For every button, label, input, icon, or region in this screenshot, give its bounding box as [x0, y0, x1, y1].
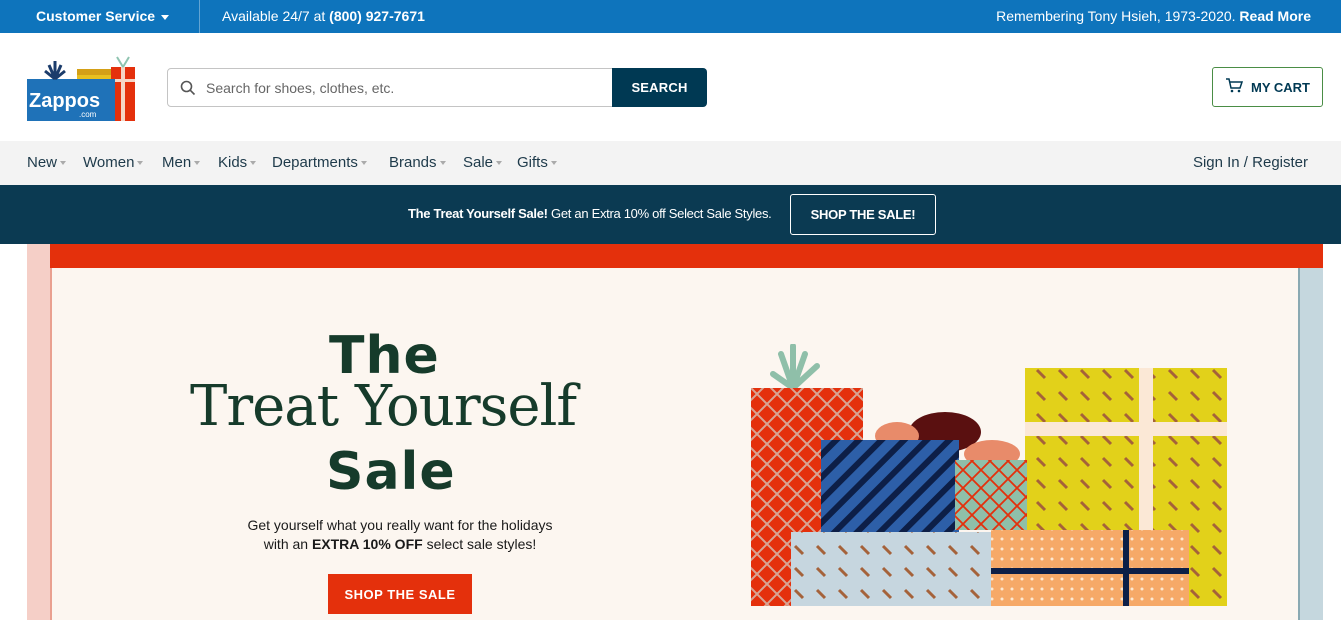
banner-heading-line3: Sale — [326, 442, 456, 502]
search-icon — [180, 80, 196, 101]
nav-item-departments[interactable]: Departments — [272, 154, 367, 171]
banner-shop-the-sale-button[interactable]: SHOP THE SALE — [328, 574, 472, 614]
nav-item-kids[interactable]: Kids — [218, 154, 257, 171]
site-header: Zappos .com SEARCH MY CART — [0, 33, 1341, 141]
chevron-down-icon — [137, 161, 144, 166]
nav-item-sale[interactable]: Sale — [463, 154, 503, 171]
promo-message: Get an Extra 10% off Select Sale Styles. — [547, 206, 772, 221]
gifts-illustration — [747, 343, 1267, 611]
sign-in-register-link[interactable]: Sign In / Register — [1193, 154, 1308, 171]
cart-label: MY CART — [1251, 79, 1310, 95]
zappos-logo[interactable]: Zappos .com — [27, 55, 137, 121]
search-box — [167, 68, 613, 107]
availability-text: Available 24/7 at (800) 927-7671 — [222, 8, 425, 24]
nav-item-label: Sale — [463, 154, 494, 171]
subtext-bold: EXTRA 10% OFF — [311, 536, 423, 552]
main-nav: New Women Men Kids Departments Brands Sa… — [0, 141, 1341, 185]
chevron-down-icon — [439, 161, 446, 166]
promo-text: The Treat Yourself Sale! Get an Extra 10… — [408, 206, 772, 221]
remembrance-text: Remembering Tony Hsieh, 1973-2020. Read … — [996, 8, 1311, 24]
phone-number[interactable]: (800) 927-7671 — [329, 8, 425, 24]
read-more-link[interactable]: Read More — [1239, 8, 1311, 24]
banner-left-edge — [27, 244, 50, 620]
top-bar: Customer Service Available 24/7 at (800)… — [0, 0, 1341, 33]
promo-bar: The Treat Yourself Sale! Get an Extra 10… — [0, 185, 1341, 244]
customer-service-label: Customer Service — [36, 8, 156, 24]
nav-item-label: Kids — [218, 154, 248, 171]
search-input[interactable] — [206, 69, 606, 106]
banner-right-edge — [1300, 268, 1323, 620]
chevron-down-icon — [60, 161, 67, 166]
banner-subtext: Get yourself what you really want for th… — [207, 516, 593, 554]
svg-text:.com: .com — [79, 110, 97, 119]
nav-item-women[interactable]: Women — [83, 154, 144, 171]
promo-title: The Treat Yourself Sale! — [408, 206, 548, 221]
nav-item-label: Men — [162, 154, 192, 171]
hero-banner[interactable]: The Treat Yourself Sale Get yourself wha… — [27, 244, 1323, 620]
svg-text:Zappos: Zappos — [29, 90, 100, 112]
nav-item-label: New — [27, 154, 58, 171]
chevron-down-icon — [161, 14, 170, 20]
cart-button[interactable]: MY CART — [1212, 67, 1323, 107]
chevron-down-icon — [194, 161, 201, 166]
nav-item-label: Departments — [272, 154, 358, 171]
subtext-post: select sale styles! — [422, 536, 537, 552]
shop-the-sale-button[interactable]: SHOP THE SALE! — [790, 194, 936, 235]
banner-top-stripe — [50, 244, 1323, 268]
chevron-down-icon — [250, 161, 257, 166]
nav-item-label: Brands — [389, 154, 437, 171]
topbar-divider — [199, 0, 200, 33]
banner-subtext-line2: with an EXTRA 10% OFF select sale styles… — [207, 535, 593, 554]
chevron-down-icon — [496, 161, 503, 166]
availability-prefix: Available 24/7 at — [222, 8, 330, 24]
nav-item-men[interactable]: Men — [162, 154, 201, 171]
banner-heading-line2: Treat Yourself — [190, 374, 577, 439]
nav-item-new[interactable]: New — [27, 154, 67, 171]
customer-service-menu[interactable]: Customer Service — [36, 8, 170, 24]
nav-item-label: Gifts — [517, 154, 548, 171]
nav-item-brands[interactable]: Brands — [389, 154, 446, 171]
remembrance-message: Remembering Tony Hsieh, 1973-2020. — [996, 8, 1240, 24]
subtext-pre: with an — [263, 536, 312, 552]
chevron-down-icon — [360, 161, 367, 166]
cart-icon — [1225, 78, 1244, 96]
nav-item-label: Women — [83, 154, 135, 171]
chevron-down-icon — [550, 161, 557, 166]
search-button[interactable]: SEARCH — [612, 68, 707, 107]
banner-subtext-line1: Get yourself what you really want for th… — [247, 517, 553, 533]
nav-item-gifts[interactable]: Gifts — [517, 154, 557, 171]
